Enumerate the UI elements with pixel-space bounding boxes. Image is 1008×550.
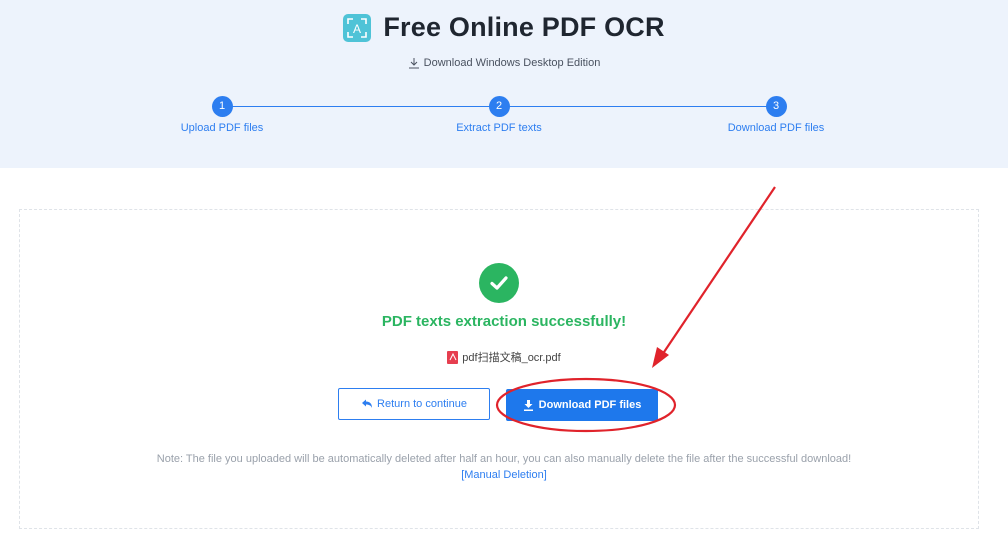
progress-stepper: 1 Upload PDF files 2 Extract PDF texts 3… [0,96,1008,146]
download-desktop-link[interactable]: Download Windows Desktop Edition [0,57,1008,69]
page-header: A Free Online PDF OCR [0,12,1008,43]
success-check-icon [479,263,519,303]
return-button-label: Return to continue [377,398,467,410]
step-upload: 1 Upload PDF files [142,96,302,134]
download-button[interactable]: Download PDF files [506,389,658,421]
return-arrow-icon [362,399,373,408]
return-button[interactable]: Return to continue [338,388,490,420]
pdf-file-icon [447,350,459,364]
step-label: Upload PDF files [180,122,264,134]
step-label: Extract PDF texts [456,122,542,134]
download-icon [408,58,419,69]
download-button-label: Download PDF files [538,399,642,411]
success-message: PDF texts extraction successfully! [381,313,627,330]
step-number: 2 [488,96,510,117]
download-icon [523,399,533,411]
step-download: 3 Download PDF files [696,96,856,134]
step-label: Download PDF files [727,122,825,134]
step-number: 3 [765,96,787,117]
file-name: pdf扫描文稿_ocr.pdf [462,352,561,364]
step-extract: 2 Extract PDF texts [419,96,579,134]
result-file: pdf扫描文稿_ocr.pdf [0,349,1008,365]
deletion-note: Note: The file you uploaded will be auto… [156,453,852,465]
ocr-logo-icon: A [343,13,372,42]
page-title: Free Online PDF OCR [383,12,665,42]
step-number: 1 [211,96,233,117]
svg-text:A: A [353,22,361,36]
manual-deletion-link[interactable]: [Manual Deletion] [0,469,1008,481]
download-desktop-label: Download Windows Desktop Edition [423,57,601,69]
result-panel [19,209,979,529]
